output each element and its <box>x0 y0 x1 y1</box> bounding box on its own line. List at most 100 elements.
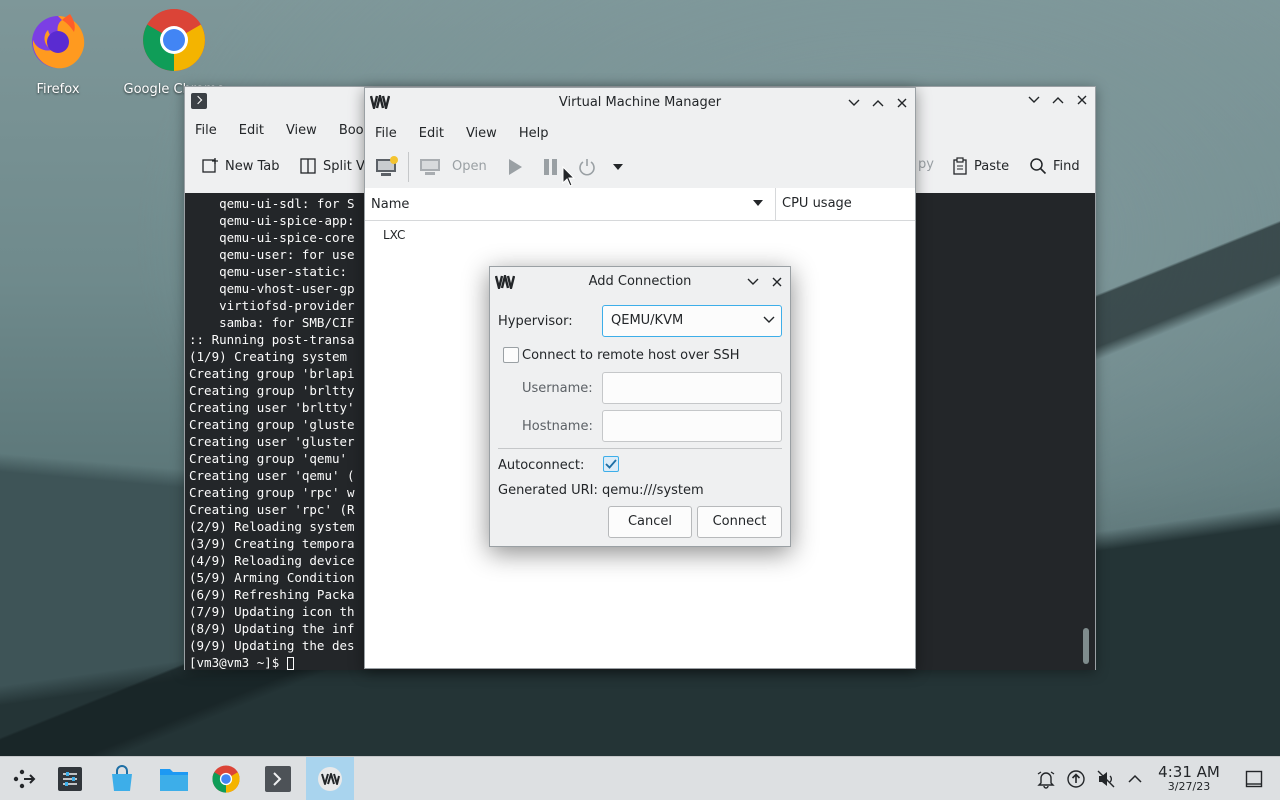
close-icon[interactable] <box>895 94 909 112</box>
find-label: Find <box>1053 158 1080 174</box>
chrome-task[interactable] <box>202 757 250 800</box>
add-connection-dialog[interactable]: Add Connection Hypervisor: QEMU/KVM Conn… <box>489 266 791 547</box>
hostname-field[interactable] <box>602 410 782 442</box>
run-icon[interactable] <box>507 158 523 176</box>
show-desktop-icon[interactable] <box>1244 769 1264 789</box>
dialog-titlebar[interactable]: Add Connection <box>490 267 790 297</box>
shutdown-icon[interactable] <box>578 158 596 176</box>
username-label: Username: <box>522 381 593 396</box>
taskbar: 4:31 AM 3/27/23 <box>0 756 1280 800</box>
copy-label: py <box>918 157 934 172</box>
paste-label: Paste <box>974 158 1010 174</box>
new-tab-button[interactable]: New Tab <box>201 157 280 175</box>
terminal-scrollbar[interactable] <box>1083 628 1089 664</box>
autoconnect-label: Autoconnect: <box>498 458 585 473</box>
chrome-icon <box>142 8 206 72</box>
folder-icon <box>160 769 188 791</box>
discover-task[interactable] <box>98 757 146 800</box>
column-cpu-usage[interactable]: CPU usage <box>775 188 915 220</box>
paste-button[interactable]: Paste <box>952 157 1009 175</box>
notifications-icon[interactable] <box>1036 769 1056 789</box>
hypervisor-value: QEMU/KVM <box>611 313 684 328</box>
app-launcher-icon <box>13 769 36 789</box>
clock[interactable]: 4:31 AM 3/27/23 <box>1152 764 1226 794</box>
generated-uri-value: qemu:///system <box>602 483 704 498</box>
updates-icon[interactable] <box>1066 769 1086 789</box>
clock-time: 4:31 AM <box>1158 763 1220 781</box>
clock-date: 3/27/23 <box>1167 780 1211 793</box>
open-vm-icon <box>419 158 441 176</box>
copy-button[interactable]: py <box>918 157 934 172</box>
mouse-cursor-icon <box>562 166 576 187</box>
ssh-label[interactable]: Connect to remote host over SSH <box>522 348 740 363</box>
split-view-button[interactable]: Split Vi <box>299 157 368 175</box>
vmm-task[interactable] <box>306 757 354 800</box>
ssh-checkbox[interactable] <box>503 347 519 363</box>
firefox-icon <box>26 8 90 72</box>
new-tab-icon <box>201 157 219 175</box>
konsole-task[interactable] <box>254 757 302 800</box>
new-vm-button[interactable] <box>375 156 399 178</box>
connect-button[interactable]: Connect <box>697 506 782 538</box>
system-settings-task[interactable] <box>46 757 94 800</box>
settings-sliders-icon <box>58 767 82 791</box>
menu-edit[interactable]: Edit <box>239 123 264 138</box>
pause-icon[interactable] <box>542 158 560 176</box>
desktop-icon-label: Firefox <box>36 82 80 97</box>
app-launcher-button[interactable] <box>0 757 48 800</box>
virt-manager-icon <box>318 767 342 791</box>
file-manager-task[interactable] <box>150 757 198 800</box>
vmm-title: Virtual Machine Manager <box>558 95 722 110</box>
menu-view[interactable]: View <box>286 123 317 138</box>
desktop-icon-chrome[interactable]: Google Chrome <box>119 8 229 97</box>
column-name[interactable]: Name <box>371 197 409 212</box>
new-tab-label: New Tab <box>225 158 280 174</box>
menu-file[interactable]: File <box>375 126 397 141</box>
close-icon[interactable] <box>770 273 784 291</box>
new-vm-icon <box>376 156 398 176</box>
maximize-icon[interactable] <box>871 94 885 112</box>
list-item[interactable]: LXC <box>383 228 405 242</box>
sort-chevron-down-icon[interactable] <box>753 200 763 206</box>
search-icon <box>1029 157 1047 175</box>
hypervisor-label: Hypervisor: <box>498 314 573 329</box>
menu-file[interactable]: File <box>195 123 217 138</box>
menu-help[interactable]: Help <box>519 126 549 141</box>
menu-view[interactable]: View <box>466 126 497 141</box>
autoconnect-checkbox[interactable] <box>603 456 619 472</box>
volume-muted-icon[interactable] <box>1096 769 1116 789</box>
username-field[interactable] <box>602 372 782 404</box>
konsole-app-icon <box>191 93 207 109</box>
minimize-icon[interactable] <box>847 94 861 112</box>
hypervisor-select[interactable]: QEMU/KVM <box>602 305 782 337</box>
vm-list-header: Name CPU usage <box>365 188 915 221</box>
maximize-icon[interactable] <box>1051 91 1065 109</box>
split-view-icon <box>299 157 317 175</box>
vmm-titlebar[interactable]: Virtual Machine Manager <box>365 88 915 118</box>
shutdown-menu-chevron-down-icon[interactable] <box>613 164 623 170</box>
virt-manager-logo-icon <box>370 95 390 109</box>
vmm-toolbar: Open <box>365 148 915 188</box>
checkmark-icon <box>605 459 617 469</box>
menu-edit[interactable]: Edit <box>419 126 444 141</box>
shopping-bag-icon <box>112 765 132 791</box>
divider <box>498 448 782 449</box>
close-icon[interactable] <box>1075 91 1089 109</box>
toolbar-separator <box>408 152 409 182</box>
generated-uri-label: Generated URI: <box>498 483 598 498</box>
cancel-button[interactable]: Cancel <box>608 506 692 538</box>
find-button[interactable]: Find <box>1029 157 1080 175</box>
terminal-icon <box>265 766 291 792</box>
chevron-down-icon <box>763 313 775 325</box>
chevron-up-icon[interactable] <box>1125 769 1145 789</box>
dialog-title: Add Connection <box>588 274 692 289</box>
vmm-menubar: File Edit View Help <box>365 118 915 148</box>
split-view-label: Split Vi <box>323 158 369 174</box>
terminal-cursor <box>286 657 294 670</box>
minimize-icon[interactable] <box>1027 91 1041 109</box>
chrome-icon <box>212 765 240 793</box>
open-button[interactable]: Open <box>452 159 487 174</box>
minimize-icon[interactable] <box>746 273 760 291</box>
hostname-label: Hostname: <box>522 419 593 434</box>
desktop-icon-firefox[interactable]: Firefox <box>3 8 113 97</box>
